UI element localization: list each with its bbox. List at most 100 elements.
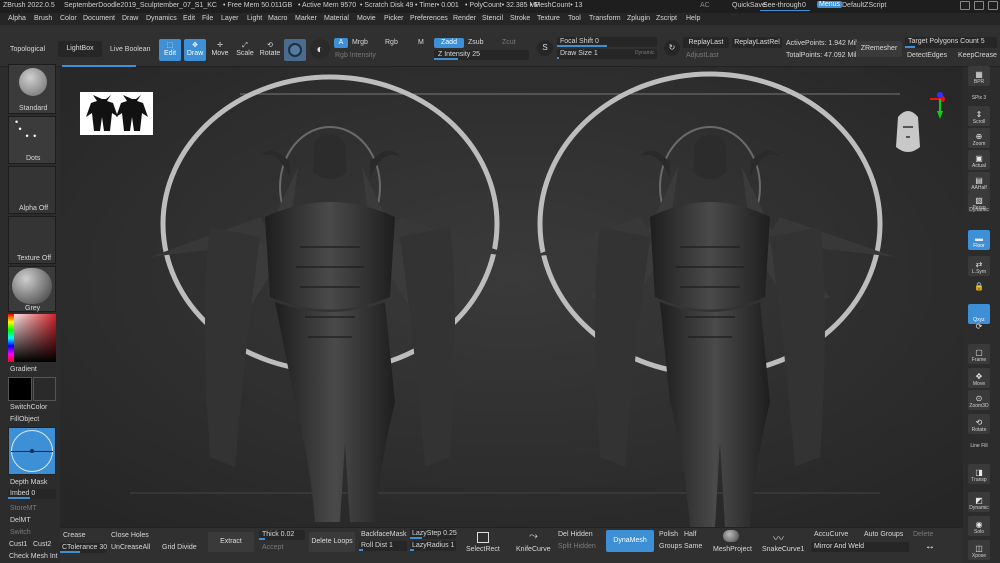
rotate-button[interactable]: ⟲ Rotate [259, 39, 281, 61]
select-rect-icon[interactable] [477, 532, 489, 543]
menu-document[interactable]: Document [83, 15, 115, 22]
menu-texture[interactable]: Texture [537, 15, 560, 22]
mrgb-button[interactable]: Mrgb [352, 39, 368, 46]
resize-arrows-icon[interactable]: ↔ [925, 541, 935, 552]
backface-mask-button[interactable]: BackfaceMask [361, 531, 407, 538]
right-shelf-move[interactable]: ✥ Move [968, 368, 990, 388]
right-shelf-dynamic[interactable]: ◩ Dynamic [968, 492, 990, 512]
quicksave-button[interactable]: QuickSave [732, 2, 766, 9]
menu-movie[interactable]: Movie [357, 15, 376, 22]
menu-stroke[interactable]: Stroke [510, 15, 530, 22]
rgb-button[interactable]: Rgb [385, 39, 398, 46]
target-polygons-slider[interactable]: Target Polygons Count 5 [905, 37, 997, 48]
menu-alpha[interactable]: Alpha [8, 15, 26, 22]
right-shelf-solo[interactable]: ◉ Solo [968, 516, 990, 536]
rgb-intensity-slider[interactable]: Rgb Intensity [335, 52, 376, 59]
texture-thumbnail[interactable]: Texture Off [8, 216, 56, 264]
right-shelf-icon-12[interactable]: ⟳ [968, 320, 990, 332]
a-button[interactable]: A [334, 38, 348, 48]
auto-groups-button[interactable]: Auto Groups [864, 531, 903, 538]
extract-button[interactable]: Extract [208, 532, 254, 552]
replaylastrel-button[interactable]: ReplayLastRel [732, 37, 782, 48]
gizmo-button[interactable]: ◐ [310, 39, 330, 59]
thick-slider[interactable]: Thick 0.02 [259, 530, 305, 540]
menu-stencil[interactable]: Stencil [482, 15, 503, 22]
menu-marker[interactable]: Marker [295, 15, 317, 22]
knife-curve-button[interactable]: KnifeCurve [516, 546, 551, 553]
maximize-icon[interactable] [974, 1, 984, 10]
menu-render[interactable]: Render [453, 15, 476, 22]
fillobject-button[interactable]: FillObject [10, 416, 39, 423]
adjustlast-button[interactable]: AdjustLast [686, 52, 719, 59]
del-hidden-button[interactable]: Del Hidden [558, 531, 593, 538]
stroke-thumbnail[interactable]: • • • • Dots [8, 116, 56, 164]
uncrease-all-button[interactable]: UnCreaseAll [111, 544, 150, 551]
dynamic-toggle[interactable]: Dynamic [635, 50, 654, 56]
scale-button[interactable]: ⤢ Scale [234, 39, 256, 61]
alpha-thumbnail[interactable]: Alpha Off [8, 166, 56, 214]
split-hidden-button[interactable]: Split Hidden [558, 543, 596, 550]
replaylast-button[interactable]: ReplayLast [683, 37, 729, 48]
check-mesh-button[interactable]: Check Mesh Int [9, 553, 58, 560]
dynamesh-button[interactable]: DynaMesh [606, 530, 654, 552]
main-color-swatch[interactable] [8, 377, 32, 401]
draw-size-slider[interactable]: Draw Size 1 Dynamic [557, 49, 657, 59]
right-shelf-zoom3d[interactable]: ⊙ Zoom3D [968, 390, 990, 410]
menu-edit[interactable]: Edit [183, 15, 195, 22]
zadd-button[interactable]: Zadd [434, 38, 464, 48]
menu-zplugin[interactable]: Zplugin [627, 15, 650, 22]
menu-material[interactable]: Material [324, 15, 349, 22]
snake-curve-button[interactable]: SnakeCurve1 [762, 546, 804, 553]
menu-draw[interactable]: Draw [122, 15, 138, 22]
mirror-and-weld-button[interactable]: Mirror And Weld [811, 542, 909, 552]
right-shelf-floor[interactable]: ▬ Floor [968, 230, 990, 250]
select-rect-button[interactable]: SelectRect [466, 546, 500, 553]
storemt-button[interactable]: StoreMT [10, 505, 37, 512]
right-shelf-actual[interactable]: ▣ Actual [968, 150, 990, 170]
menu-help[interactable]: Help [686, 15, 700, 22]
knife-curve-icon[interactable]: ⤳ [529, 530, 538, 543]
menu-layer[interactable]: Layer [221, 15, 239, 22]
topological-button[interactable]: Topological [10, 46, 45, 53]
switch-button[interactable]: Switch [10, 529, 31, 536]
lazyradius-slider[interactable]: LazyRadius 1 [410, 541, 456, 551]
brush-thumbnail[interactable]: Standard [8, 64, 56, 114]
right-shelf-frame[interactable]: ▢ Frame [968, 344, 990, 364]
roll-dist-slider[interactable]: Roll Dist 1 [359, 541, 407, 551]
default-zscript-button[interactable]: DefaultZScript [842, 2, 886, 9]
color-picker[interactable] [8, 314, 56, 362]
detect-edges-button[interactable]: DetectEdges [907, 52, 947, 59]
depth-mask-preview[interactable] [8, 427, 56, 475]
right-shelf-l-sym[interactable]: ⇄ L.Sym [968, 256, 990, 276]
mesh-project-button[interactable]: MeshProject [713, 546, 752, 553]
accept-button[interactable]: Accept [262, 544, 283, 551]
right-shelf-bpr[interactable]: ▦ BPR [968, 66, 990, 86]
zcut-button[interactable]: Zcut [502, 39, 516, 46]
see-through-slider[interactable]: See-through [763, 2, 802, 9]
menus-toggle[interactable]: Menus [817, 1, 843, 8]
menu-macro[interactable]: Macro [268, 15, 287, 22]
menu-tool[interactable]: Tool [568, 15, 581, 22]
focal-shift-slider[interactable]: Focal Shift 0 [557, 37, 657, 47]
menu-color[interactable]: Color [60, 15, 77, 22]
menu-dynamics[interactable]: Dynamics [146, 15, 177, 22]
right-shelf-transp[interactable]: ◨ Transp [968, 464, 990, 484]
zsub-button[interactable]: Zsub [468, 39, 484, 46]
sculptris-pro-button[interactable] [284, 39, 306, 61]
move-button[interactable]: ✛ Move [209, 39, 231, 61]
switchcolor-button[interactable]: SwitchColor [10, 404, 47, 411]
menu-light[interactable]: Light [247, 15, 262, 22]
close-icon[interactable] [988, 1, 998, 10]
snake-curve-icon[interactable]: 〰 [773, 530, 784, 546]
same-toggle[interactable]: Same [684, 543, 702, 550]
menu-zscript[interactable]: Zscript [656, 15, 677, 22]
gradient-toggle[interactable]: Gradient [10, 366, 37, 373]
right-shelf-xpose[interactable]: ◫ Xpose [968, 540, 990, 560]
grid-divide-button[interactable]: Grid Divide [162, 544, 197, 551]
sculpt-view[interactable] [60, 67, 963, 527]
accucurve-button[interactable]: AccuCurve [814, 531, 848, 538]
right-shelf-aahalf[interactable]: ▤ AAHalf [968, 172, 990, 192]
crease-button[interactable]: Crease [63, 532, 86, 539]
secondary-color-swatch[interactable] [33, 377, 56, 401]
lazystep-slider[interactable]: LazyStep 0.25 [410, 529, 457, 539]
